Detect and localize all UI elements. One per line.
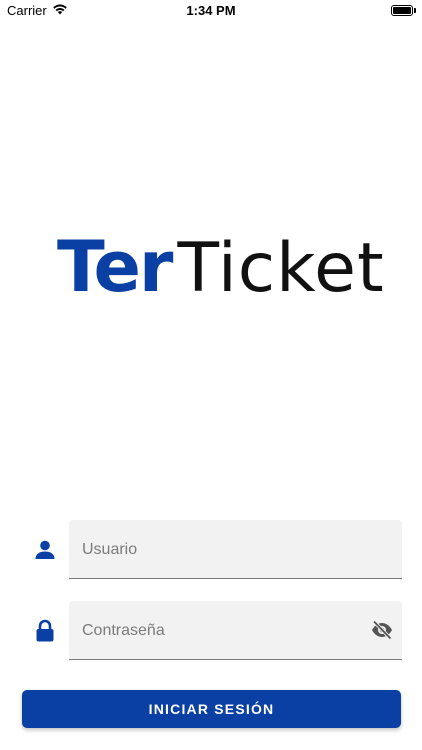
username-field[interactable] [69, 520, 402, 579]
password-field[interactable] [69, 601, 402, 660]
clock: 1:34 PM [186, 3, 236, 18]
battery-tip [414, 8, 416, 13]
login-button[interactable]: INICIAR SESIÓN [22, 690, 401, 728]
user-icon [33, 538, 57, 562]
battery-icon [391, 5, 413, 16]
status-bar: Carrier 1:34 PM [0, 0, 422, 22]
username-row [0, 520, 422, 580]
lock-icon [33, 619, 57, 643]
eye-off-icon[interactable] [371, 620, 393, 640]
login-screen: Carrier 1:34 PM Ter Ticket Usuario INICI… [0, 0, 422, 750]
password-input[interactable] [82, 620, 352, 642]
logo-ter: Ter [57, 226, 173, 308]
battery-level [393, 7, 411, 14]
app-logo: Ter Ticket [57, 226, 385, 308]
logo-ticket: Ticket [177, 229, 385, 308]
password-row [0, 601, 422, 661]
username-input[interactable] [82, 539, 352, 561]
